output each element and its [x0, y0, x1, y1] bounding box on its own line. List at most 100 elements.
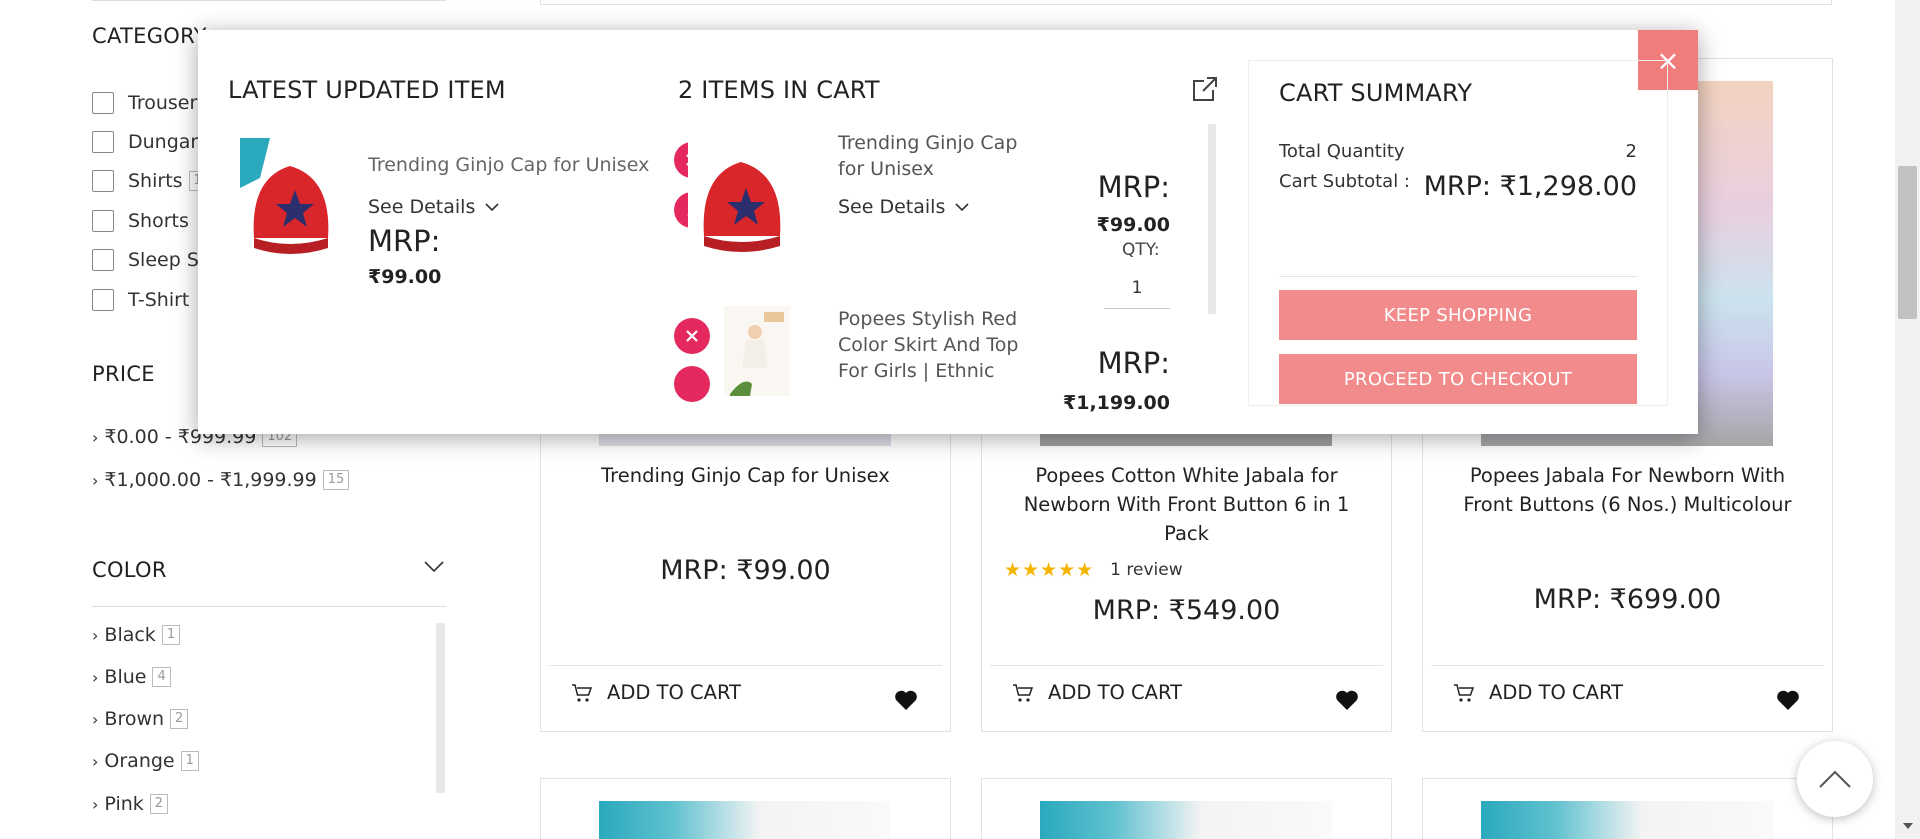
color-filter-pink[interactable]: › Pink 2 — [92, 793, 169, 815]
cart-icon — [1013, 683, 1034, 702]
review-count: 1 — [1110, 560, 1121, 580]
cart-item-name[interactable]: Popees Stylish Red Color Skirt And Top F… — [838, 306, 1038, 384]
mini-cart-modal: × LATEST UPDATED ITEM Trending Ginjo Cap… — [198, 30, 1698, 434]
add-to-cart-button[interactable]: ADD TO CART — [1012, 681, 1182, 704]
red-cap-image — [240, 138, 341, 265]
cart-item-price: ₹99.00 — [1096, 214, 1170, 236]
checkbox[interactable] — [92, 249, 114, 271]
product-image[interactable] — [1040, 801, 1332, 839]
product-rating[interactable]: ★★★★★ 1 review — [1004, 559, 1183, 581]
cart-summary-panel: CART SUMMARY Total Quantity 2 Cart Subto… — [1248, 60, 1668, 406]
scrollbar-thumb[interactable] — [1898, 166, 1917, 319]
wishlist-heart-icon[interactable] — [1335, 689, 1359, 711]
price-label: ₹1,000.00 - ₹1,999.99 — [104, 469, 317, 491]
category-filter-dungaree[interactable]: Dungare — [92, 129, 210, 155]
cart-list-scrollbar[interactable] — [1208, 124, 1216, 314]
qty-label: QTY: — [1122, 240, 1160, 260]
subtotal-row: Cart Subtotal : MRP: ₹1,298.00 — [1279, 171, 1637, 202]
checkbox[interactable] — [92, 289, 114, 311]
product-image[interactable] — [599, 801, 891, 839]
color-filter-blue[interactable]: › Blue 4 — [92, 666, 171, 688]
count-badge: 1 — [180, 751, 199, 771]
price-filter-1000-1999[interactable]: › ₹1,000.00 - ₹1,999.99 15 — [92, 469, 350, 491]
latest-item-name[interactable]: Trending Ginjo Cap for Unisex — [368, 154, 649, 176]
checkbox[interactable] — [92, 170, 114, 192]
product-image[interactable] — [1481, 801, 1773, 839]
category-label: Trouser — [128, 92, 198, 114]
see-details-toggle[interactable]: See Details — [838, 196, 969, 218]
color-filter-black[interactable]: › Black 1 — [92, 624, 181, 646]
add-to-cart-label: ADD TO CART — [1048, 681, 1183, 704]
cart-icon — [572, 683, 593, 702]
red-cap-image — [688, 132, 794, 264]
cart-item-image[interactable] — [688, 132, 794, 264]
category-filter-trouser[interactable]: Trouser — [92, 90, 197, 116]
category-filter-tshirt[interactable]: T-Shirt — [92, 287, 189, 313]
add-to-cart-button[interactable]: ADD TO CART — [1453, 681, 1623, 704]
product-card[interactable] — [1422, 778, 1833, 839]
checkbox[interactable] — [92, 131, 114, 153]
chevron-right-icon: › — [92, 470, 99, 490]
count-badge: 2 — [149, 794, 169, 814]
product-card[interactable] — [981, 778, 1392, 839]
cart-item-name[interactable]: Trending Ginjo Cap for Unisex — [838, 130, 1018, 182]
back-to-top-button[interactable] — [1797, 741, 1873, 817]
checkbox[interactable] — [92, 210, 114, 232]
product-card-row-edge — [540, 0, 1832, 5]
chevron-right-icon: › — [92, 709, 99, 729]
girl-dress-image — [724, 306, 790, 396]
chevron-right-icon: › — [92, 427, 99, 447]
edit-item-button[interactable] — [674, 366, 710, 402]
product-title[interactable]: Trending Ginjo Cap for Unisex — [561, 461, 930, 490]
proceed-to-checkout-button[interactable]: PROCEED TO CHECKOUT — [1279, 354, 1637, 404]
chevron-right-icon: › — [92, 667, 99, 687]
product-price: MRP: ₹699.00 — [1533, 584, 1722, 615]
color-filter-brown[interactable]: › Brown 2 — [92, 708, 189, 730]
chevron-down-icon — [955, 202, 969, 211]
product-title[interactable]: Popees Jabala For Newborn With Front But… — [1443, 461, 1812, 519]
sidebar-divider — [92, 0, 446, 1]
chevron-down-icon[interactable] — [424, 560, 444, 574]
color-label: Brown — [104, 708, 165, 730]
cart-item: Trending Ginjo Cap for Unisex See Detail… — [674, 122, 1194, 309]
card-divider — [549, 665, 942, 666]
product-title[interactable]: Popees Cotton White Jabala for Newborn W… — [1002, 461, 1371, 548]
latest-item-image[interactable] — [240, 138, 341, 265]
cart-items-list[interactable]: Trending Ginjo Cap for Unisex See Detail… — [674, 122, 1214, 412]
checkbox[interactable] — [92, 92, 114, 114]
close-icon — [686, 330, 698, 342]
add-to-cart-button[interactable]: ADD TO CART — [571, 681, 741, 704]
total-quantity-value: 2 — [1625, 141, 1637, 162]
wishlist-heart-icon[interactable] — [894, 689, 918, 711]
keep-shopping-button[interactable]: KEEP SHOPPING — [1279, 290, 1637, 340]
star-rating-icon: ★★★★★ — [1004, 559, 1095, 581]
chevron-up-icon — [1819, 770, 1851, 788]
color-list-scrollbar[interactable] — [436, 623, 445, 793]
color-label: Orange — [104, 750, 175, 772]
color-filter-orange[interactable]: › Orange 1 — [92, 750, 199, 772]
add-to-cart-label: ADD TO CART — [1489, 681, 1624, 704]
count-badge: 1 — [161, 625, 181, 645]
see-details-toggle[interactable]: See Details — [368, 196, 499, 218]
category-label: Shorts — [128, 210, 189, 232]
chevron-right-icon: › — [92, 751, 99, 771]
scroll-down-arrow-icon[interactable] — [1903, 823, 1913, 829]
color-divider — [92, 606, 446, 607]
wishlist-heart-icon[interactable] — [1776, 689, 1800, 711]
cart-item-image[interactable] — [724, 306, 790, 396]
cart-item-price: ₹1,199.00 — [1063, 392, 1170, 412]
product-price: MRP: ₹549.00 — [1092, 595, 1281, 626]
category-filter-shirts[interactable]: Shirts 1 — [92, 168, 207, 194]
category-filter-sleep-suit[interactable]: Sleep S — [92, 247, 199, 273]
latest-item-price: ₹99.00 — [368, 266, 442, 288]
category-filter-shorts[interactable]: Shorts — [92, 208, 189, 234]
product-price: MRP: ₹99.00 — [660, 555, 831, 586]
external-link-icon[interactable] — [1190, 74, 1220, 104]
color-label: Pink — [104, 793, 144, 815]
review-label: review — [1126, 560, 1183, 580]
remove-item-button[interactable] — [674, 318, 710, 354]
page-scrollbar[interactable] — [1895, 0, 1920, 839]
product-card[interactable] — [540, 778, 951, 839]
chevron-down-icon — [485, 202, 499, 211]
cart-icon — [1454, 683, 1475, 702]
